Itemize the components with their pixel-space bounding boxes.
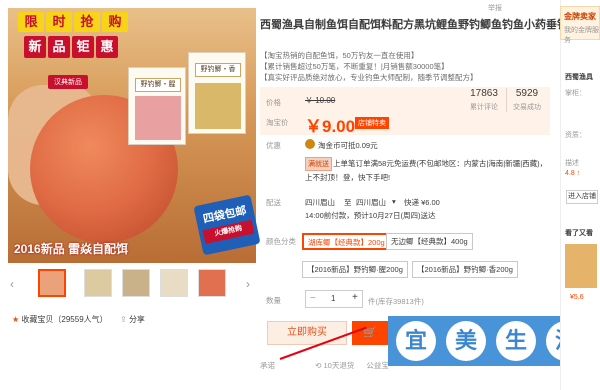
sidebar-row: 4.8 ↑: [565, 170, 581, 177]
favorite-label: 收藏宝贝（29559人气）: [21, 315, 108, 324]
product-title: 西蜀渔具自制鱼饵自配饵料配方黑坑鲤鱼野钓鲫鱼钓鱼小药垂钓用品: [260, 19, 590, 31]
report-link[interactable]: 举报: [488, 3, 502, 13]
quantity-label: 数量: [266, 296, 281, 305]
brand-badge: 汉典新品: [48, 75, 88, 89]
promise-row: 承诺 ⟲ 10天退货 公益宝: [260, 360, 389, 371]
chevron-down-icon[interactable]: ▾: [392, 197, 396, 206]
feature-bullet: 【真实好评品质绝对放心，专业钓鱼大师配制，随季节调整配方】: [260, 73, 478, 82]
promo-char: 抢: [74, 12, 100, 32]
promise-label: 承诺: [260, 361, 275, 370]
sidebar-row: 掌柜：: [565, 90, 586, 97]
stats-box: 17863 累计评论 5929 交易成功: [462, 88, 550, 128]
gold-seller-box[interactable]: 金牌卖家 我的金牌服务: [560, 6, 600, 44]
bag-label: 野钓鲫・腥: [135, 78, 181, 92]
reviews-count: 17863: [470, 88, 498, 99]
plus-button[interactable]: +: [352, 292, 358, 303]
sidebar-row: 资质：: [565, 132, 586, 139]
price-tag-badge: 店铺特卖: [355, 117, 389, 129]
ship-to-word: 至: [344, 198, 352, 207]
sidebar-row: 描述: [565, 160, 579, 167]
add-to-cart-button[interactable]: 🛒: [352, 321, 388, 345]
bag-fill: [135, 96, 181, 140]
quantity-value[interactable]: 1: [331, 294, 335, 303]
enter-shop-button[interactable]: 进入店铺: [566, 190, 598, 204]
option-2[interactable]: 无边鲫【经典款】400g: [386, 233, 473, 250]
promo-char: 品: [48, 36, 70, 58]
shipping-label: 配送: [266, 198, 281, 207]
bait-bag-1: 野钓鲫・腥: [128, 67, 186, 145]
share-row[interactable]: ⇪ 分享: [120, 314, 145, 325]
ship-to-select[interactable]: 四川眉山: [356, 197, 386, 208]
charity-text: 公益宝: [366, 361, 389, 370]
promo-link[interactable]: 登，快下手吧!: [343, 172, 390, 183]
related-price: ¥5.6: [570, 294, 584, 301]
promo-char: 惠: [96, 36, 118, 58]
promo-char: 限: [18, 12, 44, 32]
related-item-image[interactable]: [565, 244, 597, 288]
gold-seller-sub: 我的金牌服务: [564, 27, 599, 44]
watermark-char: 生: [496, 321, 536, 361]
promo-char: 钜: [72, 36, 94, 58]
gold-seller-title: 金牌卖家: [564, 12, 596, 21]
store-name[interactable]: 西蜀渔具: [565, 72, 593, 82]
buy-now-button[interactable]: 立即购买: [267, 321, 347, 345]
stock-text: 件(库存39813件): [368, 297, 424, 306]
reviews-label[interactable]: 累计评论: [462, 102, 506, 112]
option-4[interactable]: 【2016新品】野钓鲫·香200g: [412, 261, 518, 278]
coin-icon: [305, 139, 315, 149]
color-label: 颜色分类: [266, 237, 296, 246]
thumb-prev-icon[interactable]: ‹: [10, 277, 14, 291]
feature-bullet: 【累计销售超过50万笔，不断重复！|月销售额30000笔】: [260, 62, 449, 71]
benefits-label: 优惠: [266, 141, 281, 150]
promo-char: 新: [24, 36, 46, 58]
see-also-title: 看了又看: [565, 230, 593, 237]
sales-label: 交易成功: [513, 104, 541, 111]
promo-text: 上单笔订单满58元免运费(不包邮地区：内蒙古|海南|新疆|西藏)，: [333, 159, 548, 168]
watermark-char: 美: [446, 321, 486, 361]
bag-label: 野钓鲫・香: [195, 63, 241, 77]
return-icon: ⟲: [315, 361, 322, 370]
ship-eta: 14:00前付款，预计10月27日(周四)送达: [305, 211, 436, 220]
share-label: 分享: [128, 315, 145, 324]
image-caption: 2016新品 雷焱自配饵: [14, 242, 129, 256]
thumbnail[interactable]: [198, 269, 226, 297]
thumbnail[interactable]: [160, 269, 188, 297]
promo-char: 购: [102, 12, 128, 32]
ship-express[interactable]: 快递 ¥6.00: [404, 197, 440, 208]
thumbnail[interactable]: [122, 269, 150, 297]
current-price: ￥9.00: [305, 117, 356, 136]
ship-from: 四川眉山: [305, 198, 335, 207]
option-3[interactable]: 【2016新品】野钓鲫·腥200g: [302, 261, 408, 278]
star-icon: ★: [12, 315, 20, 324]
bait-bag-2: 野钓鲫・香: [188, 52, 246, 134]
promo-text-2: 上不封顶！: [305, 173, 343, 182]
watermark-char: 宜: [396, 321, 436, 361]
thumbnail[interactable]: [38, 269, 66, 297]
bag-fill: [195, 83, 241, 129]
thumb-next-icon[interactable]: ›: [246, 277, 250, 291]
minus-button[interactable]: −: [310, 293, 316, 304]
price-label: 价格: [266, 98, 281, 107]
quantity-stepper[interactable]: − 1 +: [305, 290, 363, 308]
promo-flag: 满就送: [305, 157, 332, 171]
benefit-text: 淘金币可抵0.09元: [318, 141, 378, 150]
return-text: 10天退货: [323, 361, 355, 370]
share-icon: ⇪: [120, 315, 127, 324]
original-price: ￥ 10.00: [305, 96, 336, 105]
favorite-row[interactable]: ★ 收藏宝贝（29559人气）: [12, 314, 108, 325]
promo-char: 时: [46, 12, 72, 32]
sales-count: 5929: [515, 88, 539, 99]
taobao-price-label: 淘宝价: [266, 118, 289, 127]
thumbnail[interactable]: [84, 269, 112, 297]
feature-bullet: 【淘宝热销的自配鱼饵，50万钓友一直在使用】: [260, 51, 419, 60]
promo-banner: 限 时 抢 购 新 品 钜 惠: [18, 12, 128, 70]
option-1[interactable]: 湖库鲫【经典款】200g: [302, 233, 391, 250]
